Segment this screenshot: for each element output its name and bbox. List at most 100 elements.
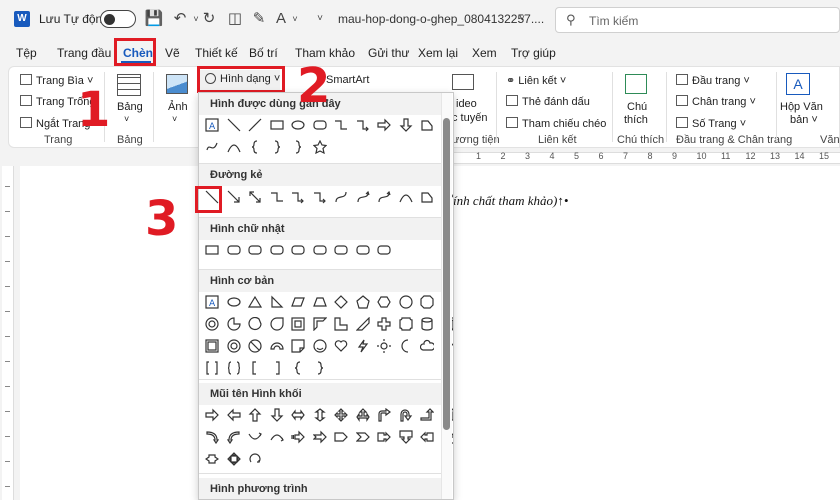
shape-curveA-icon[interactable] xyxy=(356,190,370,204)
shape-rrect-icon[interactable] xyxy=(355,243,370,257)
footer-button[interactable]: Chân trang ˅ xyxy=(676,95,756,108)
shape-elbowA-icon[interactable] xyxy=(313,190,327,204)
shape-chevron-icon[interactable] xyxy=(355,430,370,444)
shape-elbowA-icon[interactable] xyxy=(356,118,370,132)
shape-uarrow-icon[interactable] xyxy=(248,408,262,422)
shape-textbox-icon[interactable]: A xyxy=(205,118,219,132)
shape-freeform-icon[interactable] xyxy=(420,118,434,132)
smartart-button[interactable]: SmartArt xyxy=(326,74,369,86)
shape-textbox-icon[interactable]: A xyxy=(205,295,219,309)
shape-rect-icon[interactable] xyxy=(205,243,219,257)
tab-layout[interactable]: Bố trí xyxy=(249,46,278,60)
shape-dec-icon[interactable] xyxy=(205,317,219,331)
shape-nosym-icon[interactable] xyxy=(248,339,262,353)
shape-rarrow-icon[interactable] xyxy=(205,408,219,422)
shape-lshape-icon[interactable] xyxy=(334,317,348,331)
dropdown-scroll-thumb[interactable] xyxy=(443,118,450,430)
quick-access-dropdown-icon[interactable]: ˅ xyxy=(285,9,305,29)
shape-cloud-icon[interactable] xyxy=(420,339,434,353)
tab-mailings[interactable]: Gửi thư xyxy=(368,46,409,60)
shape-udarrow-icon[interactable] xyxy=(313,408,327,422)
shape-rect-icon[interactable] xyxy=(269,118,284,132)
shape-lbrace-icon[interactable] xyxy=(248,140,262,154)
tab-file[interactable]: Tệp xyxy=(16,46,37,60)
bookmark-button[interactable]: Thẻ đánh dấu xyxy=(506,95,590,108)
shape-curvu-icon[interactable] xyxy=(248,430,262,444)
shape-pentagon-icon[interactable] xyxy=(334,430,348,444)
shape-heart-icon[interactable] xyxy=(334,339,348,353)
shape-elbow-icon[interactable] xyxy=(334,118,348,132)
shape-lbrace-icon[interactable] xyxy=(291,361,305,375)
shape-rrect-icon[interactable] xyxy=(248,243,262,257)
shape-para-icon[interactable] xyxy=(291,295,305,309)
shape-hex-icon[interactable] xyxy=(377,295,391,309)
shape-qcallout-icon[interactable] xyxy=(226,452,241,466)
shape-curve-icon[interactable] xyxy=(334,190,348,204)
shape-tear-icon[interactable] xyxy=(269,317,284,331)
redo-icon[interactable]: ↻ xyxy=(199,9,219,29)
shape-arc-icon[interactable] xyxy=(226,140,241,154)
save-icon[interactable]: 💾 xyxy=(144,9,164,29)
shape-rrect-icon[interactable] xyxy=(312,118,327,132)
shape-pie-icon[interactable] xyxy=(226,317,241,331)
tab-view[interactable]: Xem xyxy=(472,46,497,60)
shape-darrow-icon[interactable] xyxy=(399,118,413,132)
shape-rarrow-icon[interactable] xyxy=(377,118,391,132)
shape-blockarc-icon[interactable] xyxy=(269,339,284,353)
title-dropdown-icon[interactable]: ˅ xyxy=(512,9,532,29)
search-box[interactable]: ⚲ Tìm kiếm xyxy=(555,7,840,33)
tab-draw[interactable]: Vẽ xyxy=(165,46,180,60)
tab-design[interactable]: Thiết kế xyxy=(195,46,238,60)
customize-toolbar-icon[interactable]: ˅ xyxy=(310,9,330,29)
shape-diamond-icon[interactable] xyxy=(334,295,348,309)
shape-rbrace-icon[interactable] xyxy=(313,361,327,375)
shape-oval-icon[interactable] xyxy=(226,295,241,309)
shape-line-icon[interactable] xyxy=(227,118,241,132)
shape-elbow-icon[interactable] xyxy=(270,190,284,204)
shape-sun-icon[interactable] xyxy=(377,339,391,353)
shape-bevel-icon[interactable] xyxy=(205,339,219,353)
shape-circarrow-icon[interactable] xyxy=(248,452,262,466)
shape-arrow-icon[interactable] xyxy=(227,190,241,204)
cross-reference-button[interactable]: Tham chiếu chéo xyxy=(506,117,606,130)
autosave-toggle[interactable] xyxy=(100,10,136,28)
tab-home[interactable]: Trang đầu xyxy=(57,46,111,60)
shape-rrect-icon[interactable] xyxy=(334,243,348,257)
shape-star-icon[interactable] xyxy=(312,140,327,154)
shape-scribble-icon[interactable] xyxy=(205,140,219,154)
shape-striped-icon[interactable] xyxy=(291,430,305,444)
vertical-ruler[interactable] xyxy=(2,166,14,500)
shape-brackets-icon[interactable] xyxy=(205,361,219,375)
shape-rcallout-icon[interactable] xyxy=(377,430,391,444)
shape-dblarrow-icon[interactable] xyxy=(248,190,262,204)
shape-lbracket-icon[interactable] xyxy=(248,361,262,375)
shape-fold-icon[interactable] xyxy=(291,339,305,353)
shape-lup-icon[interactable] xyxy=(420,408,434,422)
shape-rrect-icon[interactable] xyxy=(291,243,305,257)
shape-freeform-icon[interactable] xyxy=(420,190,434,204)
shape-rbrace-icon[interactable] xyxy=(291,140,305,154)
shape-rbrace-icon[interactable] xyxy=(270,140,284,154)
shape-uturn-icon[interactable] xyxy=(399,408,413,422)
shape-rrect-icon[interactable] xyxy=(269,243,284,257)
shape-lrarrow-icon[interactable] xyxy=(291,408,305,422)
link-button[interactable]: ⚭ Liên kết ˅ xyxy=(506,74,566,87)
shape-plus-icon[interactable] xyxy=(377,317,391,331)
shape-rrect-icon[interactable] xyxy=(312,243,327,257)
shape-oct-icon[interactable] xyxy=(420,295,434,309)
comment-button[interactable]: Chú xyxy=(627,101,647,113)
shape-curvl-icon[interactable] xyxy=(226,430,241,444)
shape-quad-icon[interactable] xyxy=(334,408,348,422)
shape-smiley-icon[interactable] xyxy=(312,339,327,353)
shape-chord-icon[interactable] xyxy=(248,317,262,331)
shape-lrup-icon[interactable] xyxy=(355,408,370,422)
table-dropdown-icon[interactable]: ˅ xyxy=(124,114,129,124)
tab-review[interactable]: Xem lại xyxy=(418,46,458,60)
shape-plaque-icon[interactable] xyxy=(398,317,413,331)
shape-larrow-icon[interactable] xyxy=(226,408,241,422)
shape-lineR-icon[interactable] xyxy=(248,118,262,132)
shape-pent-icon[interactable] xyxy=(355,295,370,309)
shape-arc-icon[interactable] xyxy=(398,190,413,204)
shape-tri-icon[interactable] xyxy=(248,295,262,309)
shape-diag-icon[interactable] xyxy=(355,317,370,331)
